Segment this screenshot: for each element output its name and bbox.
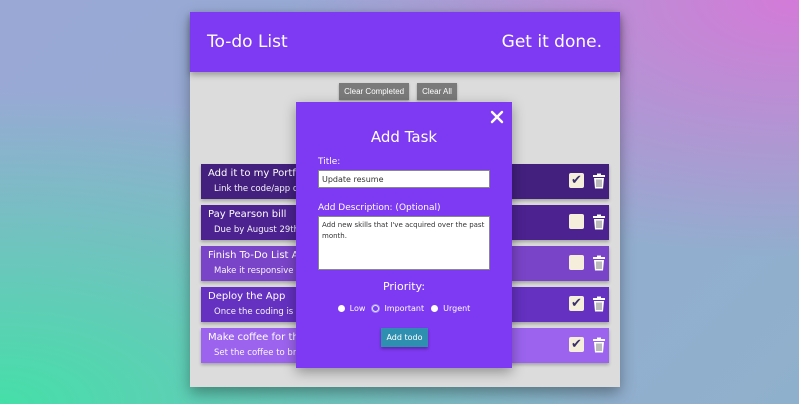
app-header: To-do List Get it done.	[190, 12, 620, 72]
priority-option-urgent[interactable]: Urgent	[431, 304, 470, 313]
clear-all-button[interactable]: Clear All	[417, 83, 457, 100]
priority-radio-group: Low Important Urgent	[296, 304, 512, 313]
description-input[interactable]: Add new skills that I've acquired over t…	[318, 216, 490, 270]
todo-title: Make coffee for the	[208, 332, 305, 343]
todo-description: Link the code/app on	[214, 184, 304, 194]
close-icon[interactable]	[490, 110, 504, 124]
todo-description: Due by August 29th!	[214, 225, 303, 235]
todo-description: Set the coffee to bre	[214, 348, 302, 358]
todo-checkbox[interactable]	[569, 255, 584, 270]
todo-checkbox[interactable]: ✔	[569, 296, 584, 311]
todo-checkbox[interactable]: ✔	[569, 173, 584, 188]
trash-icon[interactable]	[592, 173, 606, 189]
title-label: Title:	[318, 157, 341, 167]
app-tagline: Get it done.	[501, 32, 602, 52]
radio-button[interactable]	[431, 305, 439, 312]
list-controls: Clear Completed Clear All	[190, 83, 620, 100]
trash-icon[interactable]	[592, 214, 606, 230]
priority-option-low[interactable]: Low	[337, 304, 366, 313]
modal-heading: Add Task	[370, 128, 438, 146]
priority-option-important[interactable]: Important	[372, 304, 424, 313]
todo-title: Add it to my Portfol	[208, 168, 305, 179]
title-input[interactable]	[318, 170, 490, 188]
trash-icon[interactable]	[592, 337, 606, 353]
todo-description: Once the coding is fin	[214, 307, 307, 317]
radio-label: Low	[349, 304, 366, 313]
add-todo-button[interactable]: Add todo	[381, 328, 428, 347]
trash-icon[interactable]	[592, 255, 606, 271]
priority-label: Priority:	[382, 280, 426, 293]
todo-description: Make it responsive a	[214, 266, 302, 276]
todo-title: Pay Pearson bill	[208, 209, 287, 220]
trash-icon[interactable]	[592, 296, 606, 312]
app-title: To-do List	[207, 32, 288, 52]
todo-checkbox[interactable]	[569, 214, 584, 229]
todo-title: Deploy the App	[208, 291, 286, 302]
clear-completed-button[interactable]: Clear Completed	[339, 83, 410, 100]
add-task-modal: Add Task Title: Add Description: (Option…	[296, 102, 512, 368]
radio-label: Urgent	[443, 304, 471, 313]
radio-label: Important	[384, 304, 425, 313]
todo-title: Finish To-Do List Ap	[208, 250, 305, 261]
description-label: Add Description: (Optional)	[318, 203, 441, 213]
todo-checkbox[interactable]: ✔	[569, 337, 584, 352]
radio-button[interactable]	[337, 305, 345, 312]
radio-button[interactable]	[372, 305, 380, 312]
